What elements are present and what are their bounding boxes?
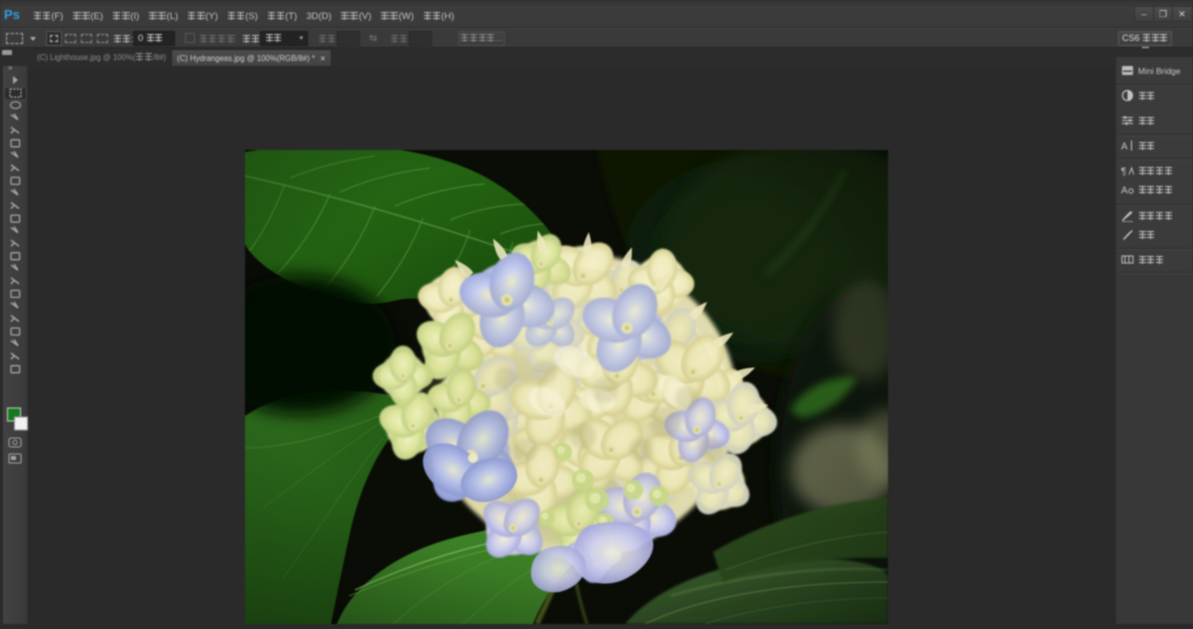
svg-text:¶: ¶ <box>1121 167 1126 178</box>
svg-text:A: A <box>1121 186 1128 197</box>
svg-text:»: » <box>8 66 13 72</box>
svg-text:A: A <box>1121 142 1128 153</box>
